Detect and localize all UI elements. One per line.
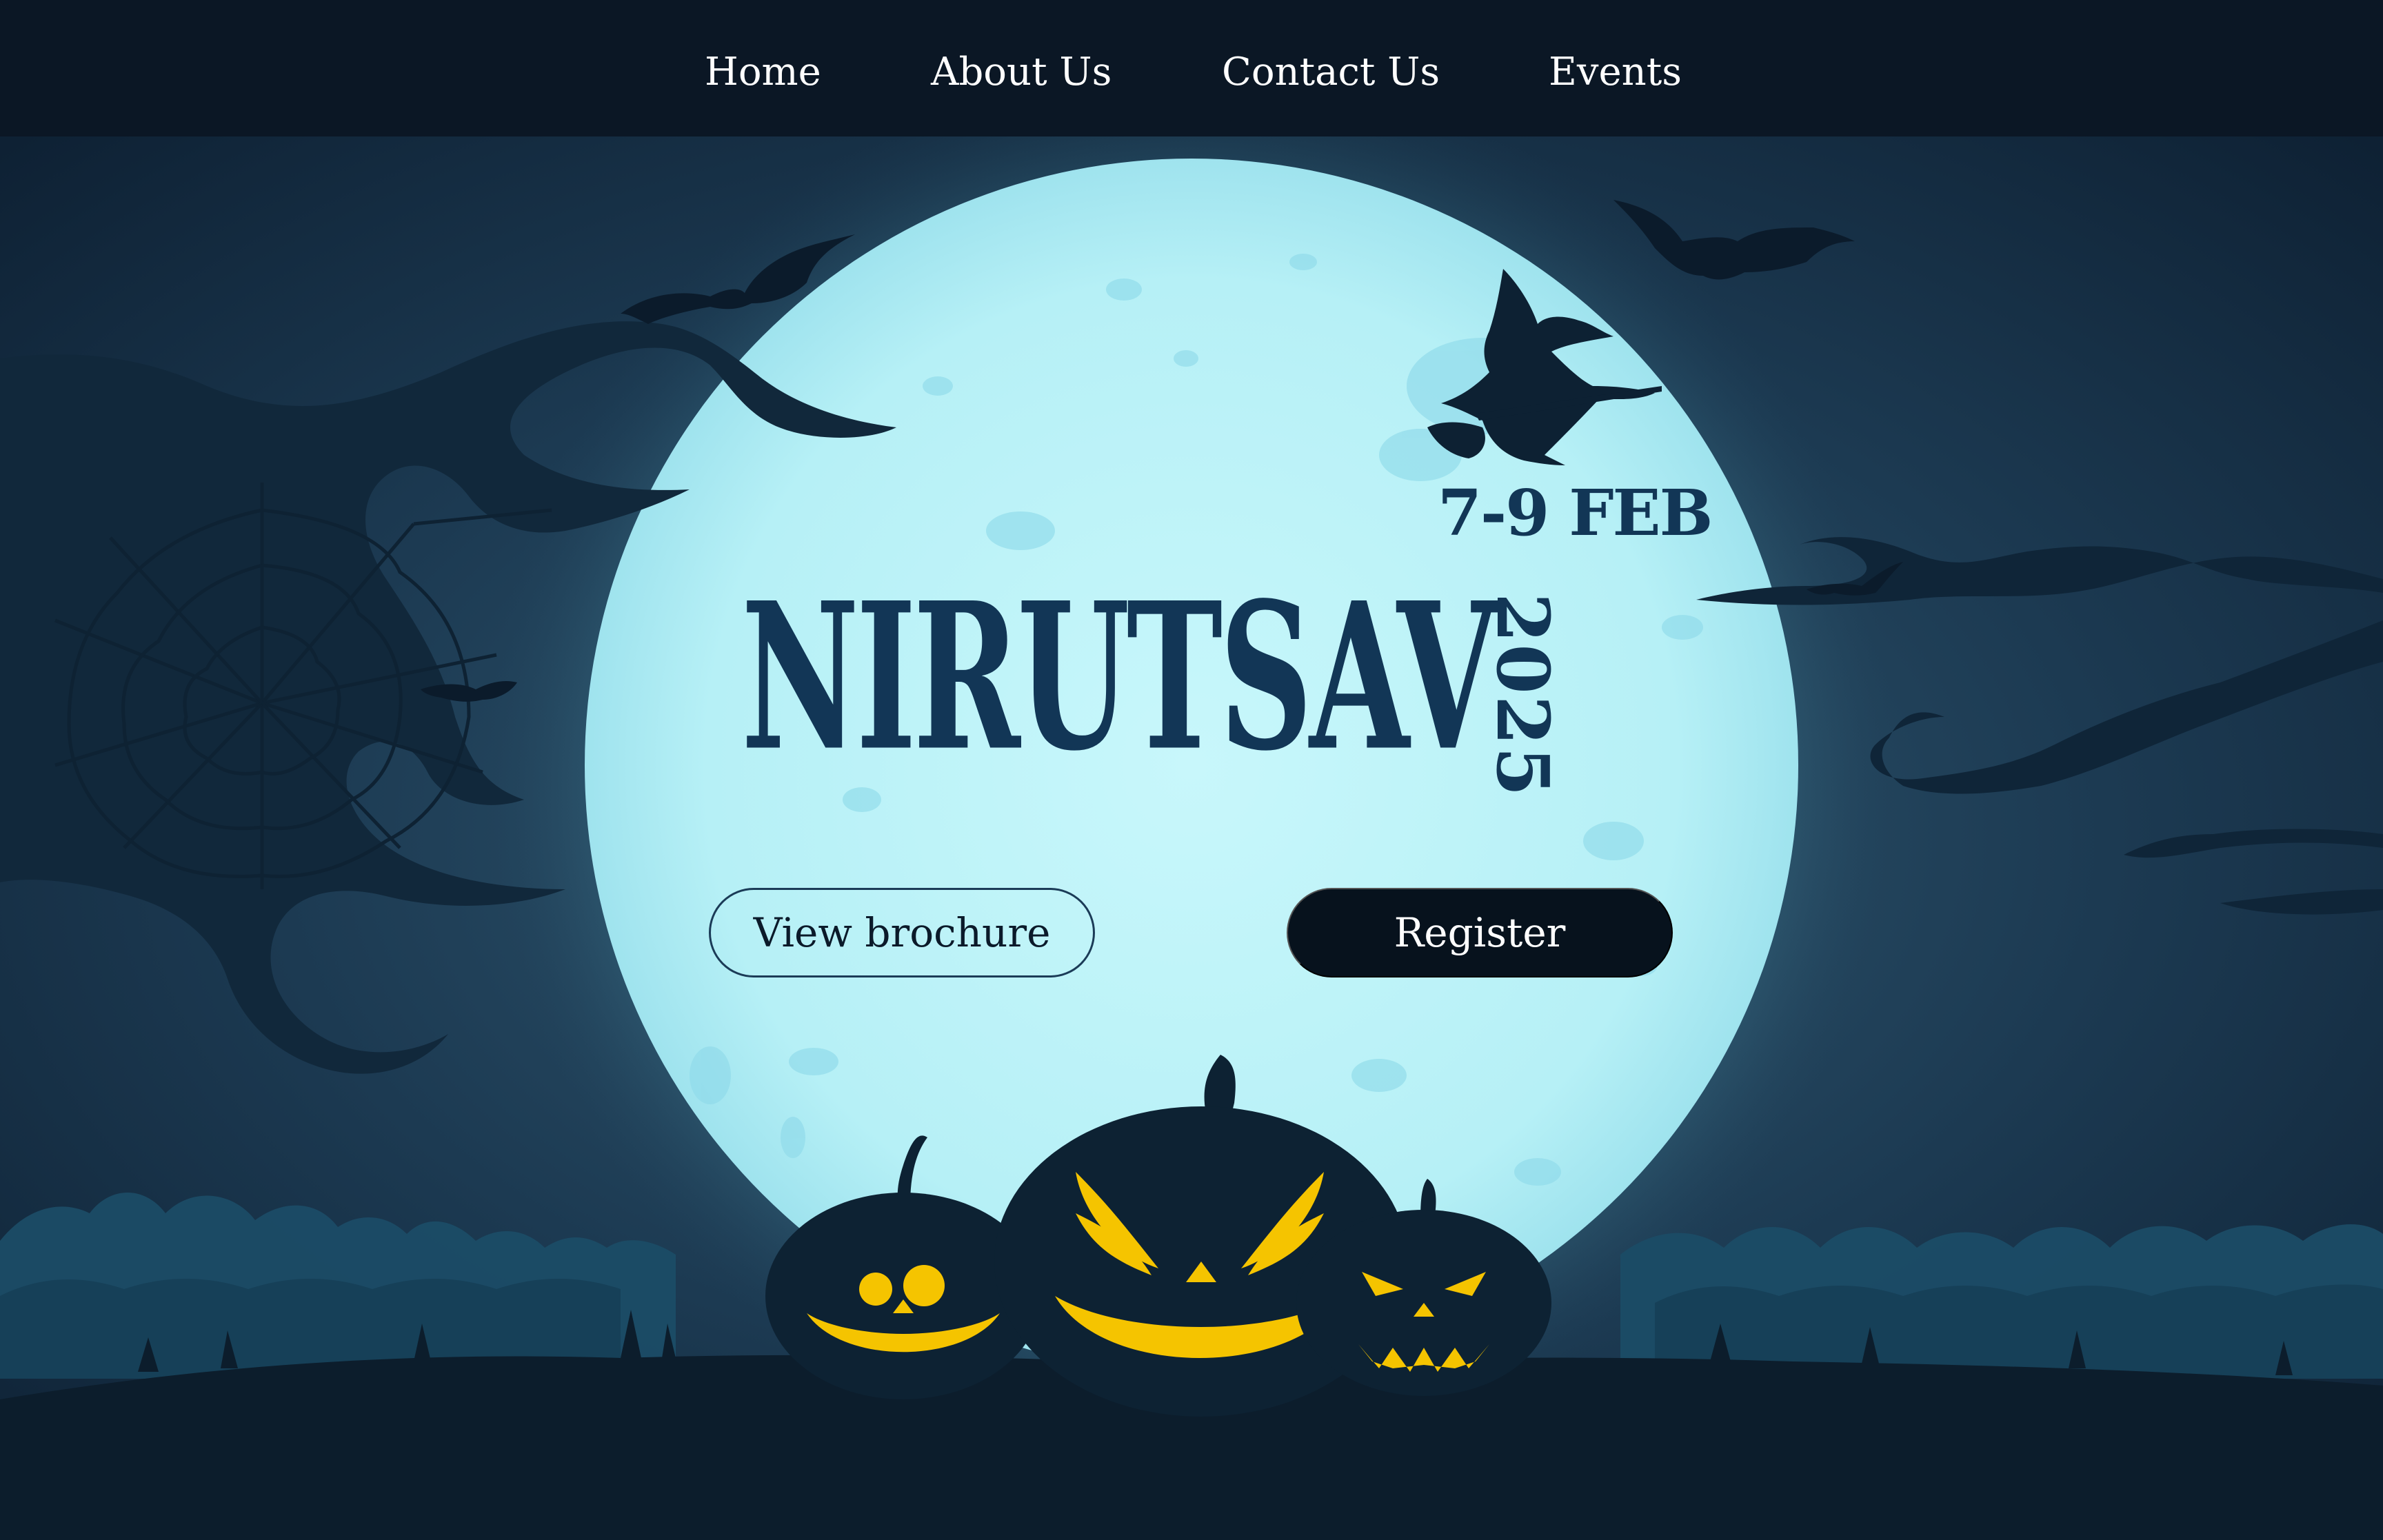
event-year: 2025 xyxy=(1480,593,1565,798)
nav-contact-us-link[interactable]: Contact Us xyxy=(1222,41,1440,103)
nav-about-us-link[interactable]: About Us xyxy=(931,41,1112,103)
register-button[interactable]: Register xyxy=(1287,888,1673,977)
view-brochure-button[interactable]: View brochure xyxy=(709,888,1095,977)
nav-home-link[interactable]: Home xyxy=(705,41,821,103)
landing-page: Home About Us Contact Us Events 7-9 FEB … xyxy=(0,0,2383,1540)
event-title: NIRUTSAV xyxy=(741,558,1497,796)
halloween-scene xyxy=(0,136,2383,1540)
top-navbar: Home About Us Contact Us Events xyxy=(0,0,2383,136)
event-dates: 7-9 FEB xyxy=(1438,476,1713,550)
nav-events-link[interactable]: Events xyxy=(1549,41,1682,103)
